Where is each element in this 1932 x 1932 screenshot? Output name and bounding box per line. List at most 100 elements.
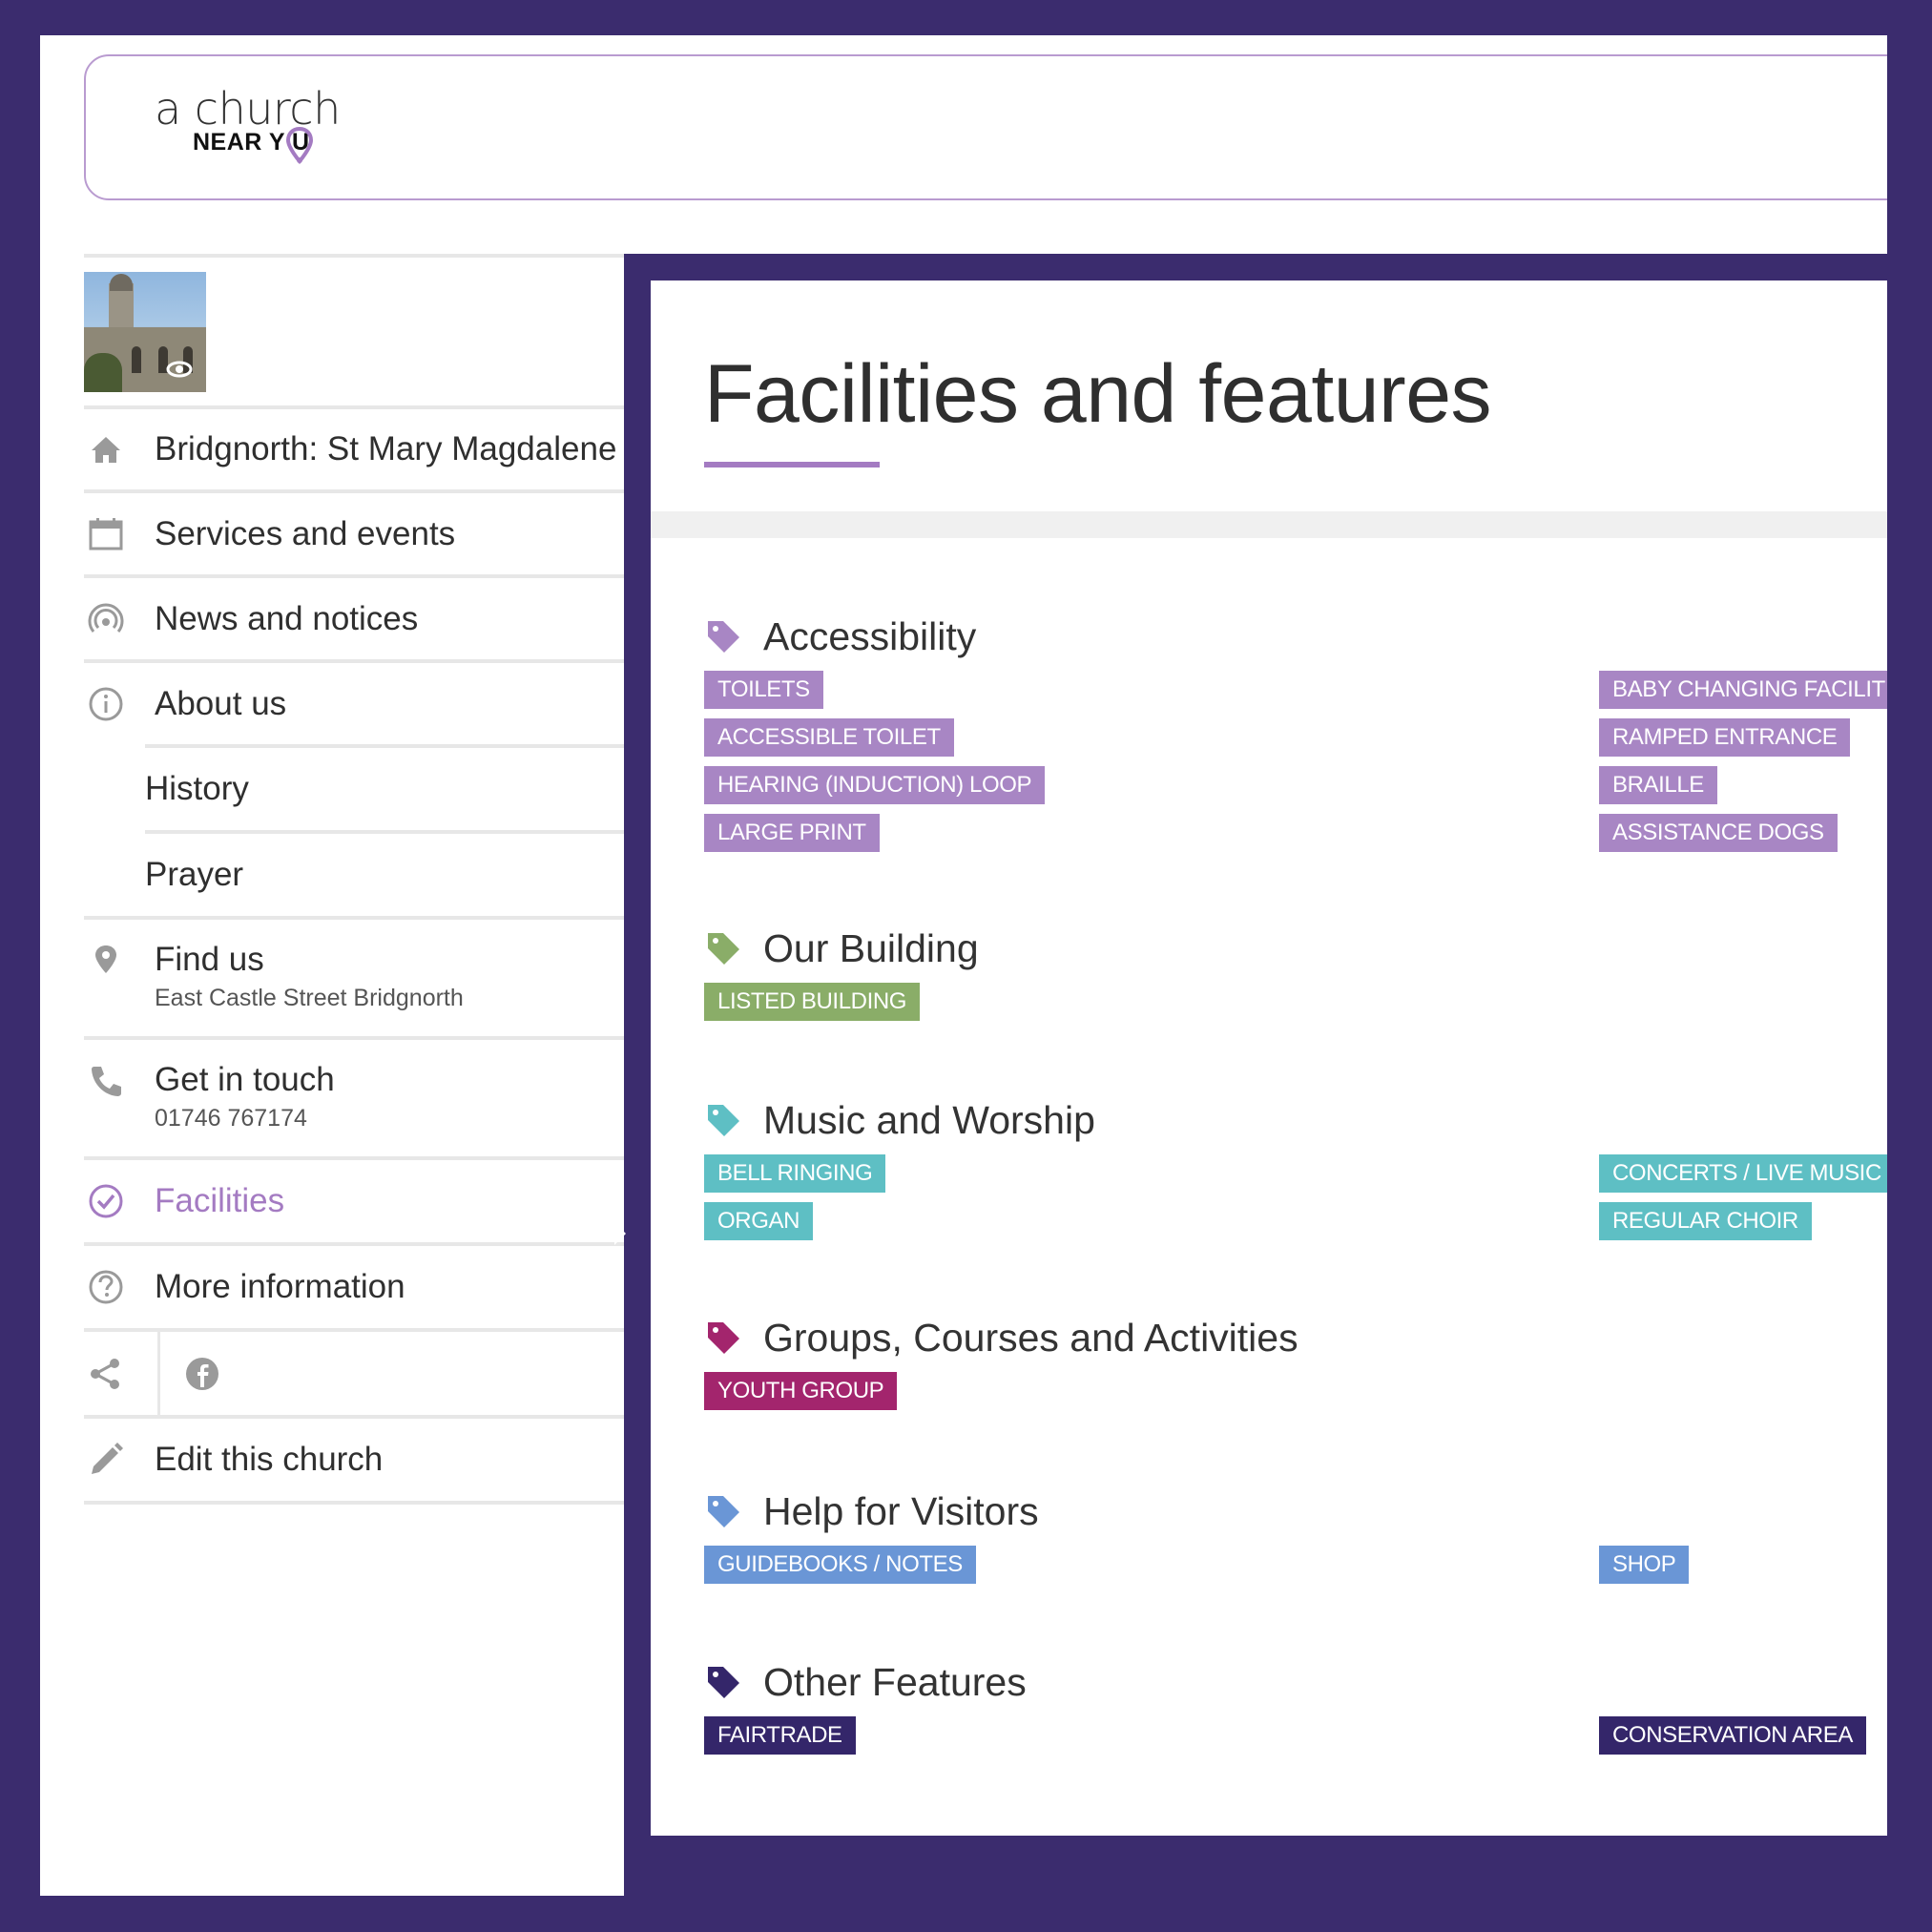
- sidebar-item-label: Edit this church: [155, 1441, 384, 1478]
- sidebar-item-label: Prayer: [145, 856, 244, 893]
- tag-icon: [708, 1105, 739, 1136]
- facility-tag[interactable]: ASSISTANCE DOGS: [1599, 814, 1838, 852]
- active-indicator: [614, 1222, 626, 1245]
- tag-list: GUIDEBOOKS / NOTES SHOP: [704, 1546, 1887, 1593]
- divider-band: [651, 511, 1887, 538]
- section-accessibility: Accessibility TOILETS ACCESSIBLE TOILET HEA…: [704, 610, 1887, 862]
- section-heading: Groups, Courses and Activities: [704, 1311, 1887, 1364]
- tag-list: BELL RINGING ORGAN CONCERTS / LIVE MUSIC RE…: [704, 1154, 1887, 1250]
- title-underline: [704, 462, 880, 467]
- location-pin-icon: [95, 945, 116, 973]
- section-groups-courses-activities: Groups, Courses and Activities YOUTH GROU…: [704, 1311, 1887, 1420]
- sidebar-item-history[interactable]: History: [84, 748, 624, 830]
- sidebar-item-label: More information: [155, 1268, 405, 1305]
- pencil-icon: [92, 1443, 123, 1474]
- facility-tag[interactable]: BELL RINGING: [704, 1154, 886, 1193]
- phone-number: 01746 767174: [155, 1105, 307, 1132]
- section-help-for-visitors: Help for Visitors GUIDEBOOKS / NOTES SHOP: [704, 1485, 1887, 1593]
- phone-icon: [92, 1067, 121, 1096]
- page-title: Facilities and features: [704, 348, 1492, 440]
- church-name: Bridgnorth: St Mary Magdalene: [155, 430, 617, 467]
- info-icon: [89, 687, 123, 720]
- sidebar-nav: Bridgnorth: St Mary Magdalene Services a…: [84, 254, 624, 1505]
- home-icon: [92, 437, 120, 463]
- section-title: Music and Worship: [763, 1097, 1095, 1142]
- facility-tag[interactable]: RAMPED ENTRANCE: [1599, 718, 1851, 757]
- facility-tag[interactable]: GUIDEBOOKS / NOTES: [704, 1546, 976, 1584]
- tag-icon: [708, 621, 739, 653]
- section-heading: Accessibility: [704, 610, 1887, 663]
- sidebar-item-about[interactable]: About us: [84, 663, 624, 744]
- facility-tag[interactable]: YOUTH GROUP: [704, 1372, 898, 1410]
- content-panel: Facilities and features Accessibility TOI…: [624, 254, 1887, 1896]
- sidebar-item-label: News and notices: [155, 599, 419, 637]
- photo-dome: [110, 274, 133, 291]
- eye-icon: [166, 361, 193, 378]
- tag-list: FAIRTRADE CONSERVATION AREA: [704, 1716, 1887, 1764]
- address-text: East Castle Street Bridgnorth: [155, 985, 464, 1011]
- sidebar-item-more-info[interactable]: More information: [84, 1246, 624, 1328]
- sidebar-item-contact[interactable]: Get in touch 01746 767174: [84, 1040, 624, 1156]
- check-circle-icon: [89, 1184, 123, 1218]
- sidebar-item-label: Get in touch: [155, 1061, 335, 1098]
- facility-tag[interactable]: LARGE PRINT: [704, 814, 880, 852]
- tag-icon: [708, 1496, 739, 1527]
- section-title: Groups, Courses and Activities: [763, 1315, 1298, 1360]
- site-logo[interactable]: a church NEAR Y U: [155, 83, 364, 169]
- section-heading: Other Features: [704, 1655, 1887, 1709]
- section-music-and-worship: Music and Worship BELL RINGING ORGAN CONCER…: [704, 1093, 1887, 1250]
- tag-icon: [708, 933, 739, 965]
- facility-tag[interactable]: ACCESSIBLE TOILET: [704, 718, 954, 757]
- help-icon: [89, 1270, 123, 1304]
- site-header: a church NEAR Y U: [84, 54, 1887, 200]
- facility-tag[interactable]: ORGAN: [704, 1202, 814, 1240]
- sidebar-item-label: Find us: [155, 941, 264, 978]
- divider: [84, 1501, 624, 1505]
- tag-list: YOUTH GROUP: [704, 1372, 1887, 1420]
- section-our-building: Our Building LISTED BUILDING: [704, 922, 1887, 1030]
- sidebar-item-edit[interactable]: Edit this church: [84, 1419, 624, 1501]
- section-title: Our Building: [763, 925, 979, 970]
- facility-tag[interactable]: SHOP: [1599, 1546, 1690, 1584]
- facility-tag[interactable]: FAIRTRADE: [704, 1716, 856, 1755]
- sidebar-item-find-us[interactable]: Find us East Castle Street Bridgnorth: [84, 920, 624, 1036]
- section-heading: Music and Worship: [704, 1093, 1887, 1147]
- share-button[interactable]: [84, 1332, 160, 1415]
- facebook-button[interactable]: [160, 1355, 221, 1393]
- broadcast-icon: [88, 603, 124, 633]
- facebook-icon: [186, 1357, 218, 1390]
- section-heading: Help for Visitors: [704, 1485, 1887, 1538]
- photo-window: [132, 346, 141, 373]
- facility-tag[interactable]: CONCERTS / LIVE MUSIC: [1599, 1154, 1887, 1193]
- facility-tag[interactable]: BABY CHANGING FACILITIES: [1599, 671, 1887, 709]
- section-other-features: Other Features FAIRTRADE CONSERVATION AREA: [704, 1655, 1887, 1764]
- sidebar-item-facilities[interactable]: Facilities: [84, 1160, 624, 1242]
- tag-list: TOILETS ACCESSIBLE TOILET HEARING (INDUCTI…: [704, 671, 1887, 862]
- tag-list: LISTED BUILDING: [704, 983, 1887, 1030]
- sidebar-item-label: History: [145, 770, 249, 807]
- sidebar-item-services[interactable]: Services and events: [84, 493, 624, 574]
- church-photo[interactable]: [84, 272, 206, 392]
- sidebar-item-label: Services and events: [155, 514, 456, 552]
- content-card: Facilities and features Accessibility TOI…: [651, 280, 1887, 1836]
- section-title: Other Features: [763, 1659, 1027, 1704]
- tag-icon: [708, 1667, 739, 1698]
- share-row: [84, 1332, 624, 1415]
- facility-tag[interactable]: TOILETS: [704, 671, 823, 709]
- sidebar-item-label: Facilities: [155, 1182, 285, 1219]
- facility-tag[interactable]: BRAILLE: [1599, 766, 1717, 804]
- facility-tag[interactable]: HEARING (INDUCTION) LOOP: [704, 766, 1046, 804]
- section-title: Accessibility: [763, 613, 977, 658]
- sidebar-item-prayer[interactable]: Prayer: [84, 834, 624, 916]
- facility-tag[interactable]: REGULAR CHOIR: [1599, 1202, 1812, 1240]
- page-frame: a church NEAR Y U Bridgnorth: St Mary Ma…: [40, 35, 1887, 1896]
- facility-tag[interactable]: CONSERVATION AREA: [1599, 1716, 1866, 1755]
- sidebar-item-news[interactable]: News and notices: [84, 578, 624, 659]
- section-heading: Our Building: [704, 922, 1887, 975]
- share-icon: [91, 1358, 119, 1389]
- sidebar-item-label: About us: [155, 684, 287, 722]
- section-title: Help for Visitors: [763, 1488, 1039, 1533]
- divider: [84, 254, 624, 258]
- facility-tag[interactable]: LISTED BUILDING: [704, 983, 921, 1021]
- sidebar-item-home[interactable]: Bridgnorth: St Mary Magdalene: [84, 409, 624, 489]
